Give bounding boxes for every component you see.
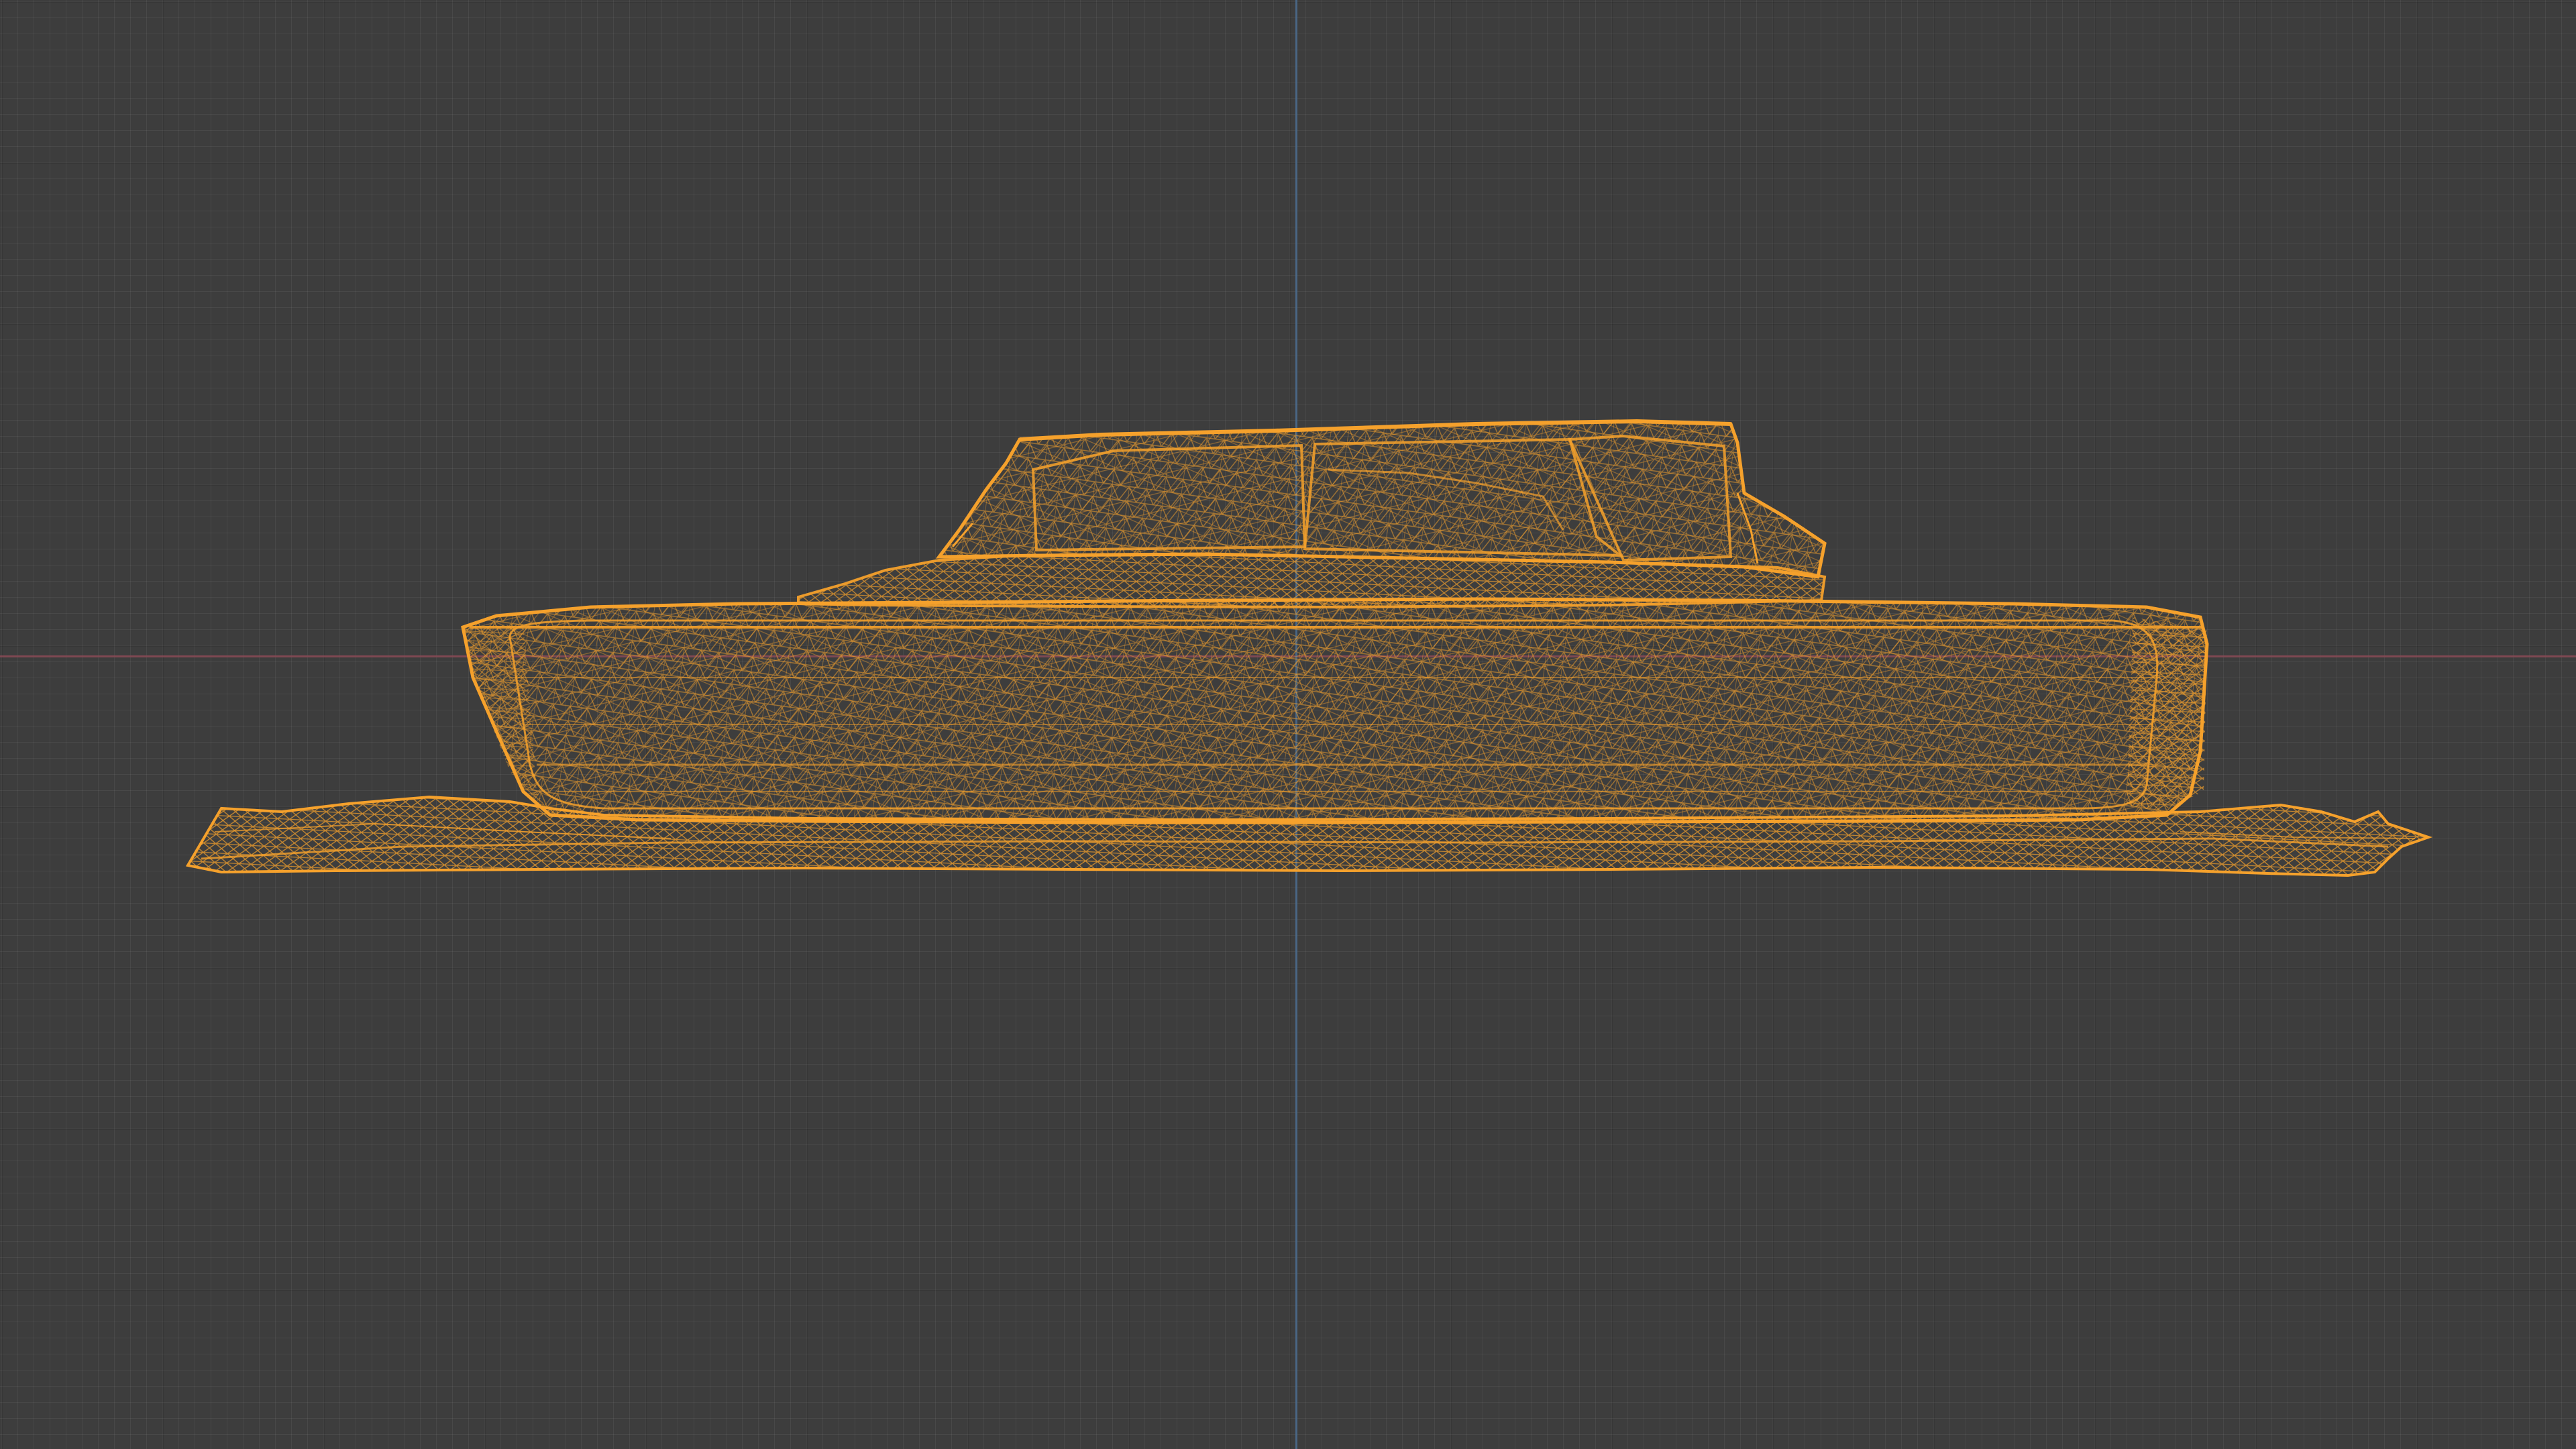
mesh-cabin xyxy=(935,419,1827,579)
3d-viewport[interactable] xyxy=(0,0,2576,1449)
mesh-hull-body xyxy=(461,597,2209,824)
wireframe-mesh[interactable] xyxy=(0,0,2576,1449)
